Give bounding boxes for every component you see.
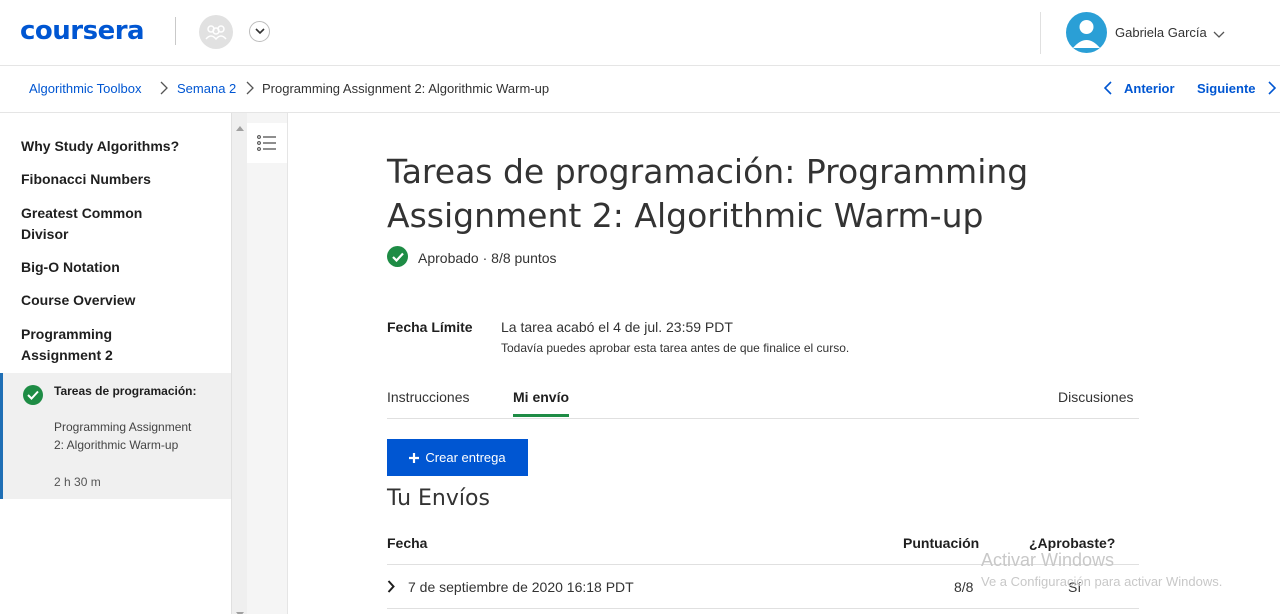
create-submission-button[interactable]: Crear entrega: [387, 439, 528, 476]
sidebar: Why Study Algorithms? Fibonacci Numbers …: [0, 113, 231, 614]
sidebar-active-duration: 2 h 30 m: [54, 475, 101, 489]
breadcrumb-course[interactable]: Algorithmic Toolbox: [29, 81, 141, 96]
sidebar-item-fibonacci[interactable]: Fibonacci Numbers: [21, 169, 211, 190]
tab-instructions[interactable]: Instrucciones: [387, 389, 469, 414]
submissions-title: Tu Envíos: [387, 486, 490, 511]
sidebar-item-gcd[interactable]: Greatest Common Divisor: [21, 203, 171, 245]
sidebar-item-why-study[interactable]: Why Study Algorithms?: [21, 136, 211, 157]
chevron-right-icon: [160, 81, 168, 100]
list-icon[interactable]: [247, 123, 287, 163]
breadcrumb: Algorithmic Toolbox Semana 2 Programming…: [0, 66, 1280, 113]
tab-discussions[interactable]: Discusiones: [1058, 389, 1133, 414]
top-bar: coursera Gabriela García: [0, 0, 1280, 66]
divider: [175, 17, 176, 45]
chevron-down-icon[interactable]: [249, 21, 270, 42]
next-button[interactable]: Siguiente: [1197, 81, 1276, 96]
chevron-right-icon: [1267, 81, 1276, 95]
breadcrumb-current: Programming Assignment 2: Algorithmic Wa…: [262, 81, 550, 96]
chevron-down-icon[interactable]: [1213, 26, 1225, 44]
activation-watermark-title: Activar Windows: [981, 550, 1115, 570]
sidebar-item-big-o[interactable]: Big-O Notation: [21, 257, 211, 278]
due-date-note: Todavía puedes aprobar esta tarea antes …: [501, 341, 850, 355]
chevron-left-icon: [1103, 81, 1112, 95]
page-title: Tareas de programación: Programming Assi…: [387, 152, 1029, 235]
scroll-up-icon[interactable]: [236, 118, 244, 136]
scroll-down-icon[interactable]: [236, 604, 244, 614]
check-circle-icon: [387, 246, 408, 267]
column-header-date: Fecha: [387, 535, 428, 551]
sidebar-item-programming-assignment[interactable]: Programming Assignment 2: [21, 324, 141, 366]
next-label: Siguiente: [1197, 81, 1256, 96]
group-icon[interactable]: [199, 15, 233, 49]
breadcrumb-week[interactable]: Semana 2: [177, 81, 236, 96]
sidebar-active-text: Programming Assignment 2: Algorithmic Wa…: [54, 420, 192, 452]
sidebar-active-title: Tareas de programación:: [54, 384, 197, 398]
tab-my-submission[interactable]: Mi envío: [513, 389, 570, 417]
create-submission-label: Crear entrega: [425, 450, 506, 465]
chevron-right-icon[interactable]: [387, 580, 395, 598]
submission-date: 7 de septiembre de 2020 16:18 PDT: [408, 579, 634, 595]
plus-icon: [409, 452, 420, 463]
column-header-passed: ¿Aprobaste?: [1029, 535, 1116, 551]
sidebar-item-active[interactable]: Tareas de programación: Programming Assi…: [0, 373, 231, 499]
previous-label: Anterior: [1124, 81, 1175, 96]
user-name[interactable]: Gabriela García: [1115, 25, 1207, 40]
divider: [1040, 12, 1041, 54]
grade-status: Aprobado · 8/8 puntos: [418, 250, 557, 266]
column-header-score: Puntuación: [903, 535, 980, 551]
chevron-right-icon: [246, 81, 254, 100]
coursera-logo[interactable]: coursera: [20, 16, 145, 46]
previous-button[interactable]: Anterior: [1103, 81, 1175, 96]
avatar[interactable]: [1066, 12, 1107, 53]
check-circle-icon: [23, 385, 43, 405]
due-date-label: Fecha Límite: [387, 319, 473, 335]
submission-score: 8/8: [954, 579, 974, 595]
toc-column: [247, 113, 288, 614]
due-date-value: La tarea acabó el 4 de jul. 23:59 PDT: [501, 319, 733, 335]
activation-watermark-text: Ve a Configuración para activar Windows.: [981, 574, 1223, 589]
sidebar-scrollbar[interactable]: [231, 113, 247, 614]
sidebar-item-course-overview[interactable]: Course Overview: [21, 290, 211, 311]
tab-bar: Instrucciones Mi envío Discusiones: [387, 381, 1139, 419]
